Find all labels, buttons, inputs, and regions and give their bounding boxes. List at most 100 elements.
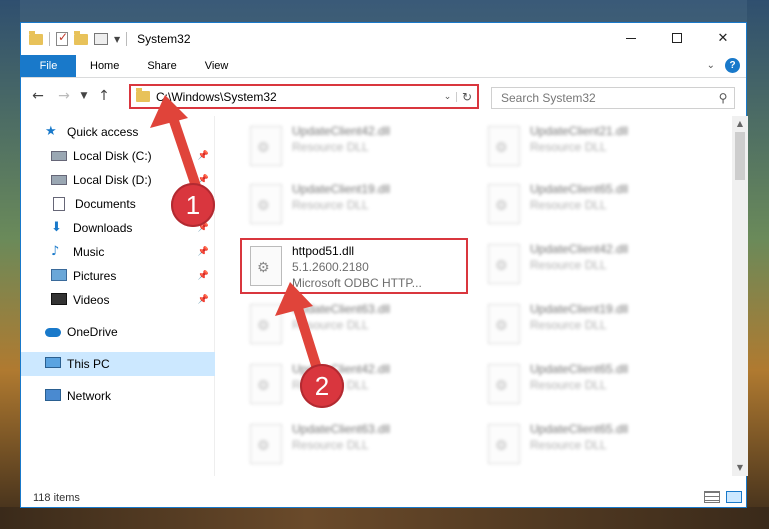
sidebar-item-label: Quick access: [67, 125, 139, 139]
sidebar-item-label: Downloads: [73, 221, 133, 235]
list-item[interactable]: ⚙ UpdateClient65.dll Resource DLL: [480, 178, 708, 234]
sidebar-item-music[interactable]: ♪ Music 📌: [21, 240, 215, 264]
file-name: UpdateClient65.dll: [530, 182, 629, 196]
file-name: UpdateClient65.dll: [530, 362, 629, 376]
sidebar-item-local-disk-c[interactable]: Local Disk (C:) 📌: [21, 144, 215, 168]
videos-icon: [51, 293, 67, 305]
file-name: UpdateClient19.dll: [530, 302, 629, 316]
music-icon: ♪: [51, 244, 60, 259]
file-description: Microsoft ODBC HTTP...: [292, 276, 422, 290]
list-item[interactable]: ⚙ UpdateClient65.dll Resource DLL: [480, 418, 708, 474]
details-view-icon[interactable]: [704, 491, 720, 503]
step-badge-1: 1: [171, 183, 215, 227]
sidebar-item-this-pc[interactable]: This PC: [21, 352, 215, 376]
sidebar-item-label: Local Disk (C:): [73, 149, 152, 163]
scroll-down-icon[interactable]: ▼: [732, 460, 748, 476]
desktop-background-right: [747, 0, 769, 529]
list-item[interactable]: ⚙ UpdateClient19.dll Resource DLL: [480, 298, 708, 354]
list-item[interactable]: ⚙ UpdateClient42.dll Resource DLL: [242, 120, 470, 176]
computer-icon: [45, 357, 61, 368]
ribbon-tabs: File Home Share View ⌄ ?: [21, 55, 746, 78]
file-type: Resource DLL: [530, 258, 607, 272]
dll-file-icon: ⚙: [488, 304, 520, 344]
file-name: UpdateClient63.dll: [292, 302, 391, 316]
minimize-button[interactable]: [608, 23, 654, 53]
refresh-icon[interactable]: ↻: [457, 90, 477, 104]
navigation-pane: ★ Quick access Local Disk (C:) 📌 Local D…: [21, 116, 215, 476]
download-icon: ⬇: [51, 220, 62, 235]
item-count: 118 items: [33, 492, 80, 504]
file-type: Resource DLL: [530, 378, 607, 392]
recent-locations-chevron-icon[interactable]: ▼: [77, 91, 91, 101]
drive-icon: [51, 151, 67, 161]
cloud-icon: [45, 328, 61, 337]
sidebar-item-quick-access[interactable]: ★ Quick access: [21, 120, 215, 144]
list-item[interactable]: ⚙ UpdateClient19.dll Resource DLL: [242, 178, 470, 234]
list-item[interactable]: ⚙ UpdateClient65.dll Resource DLL: [480, 358, 708, 414]
dll-file-icon: ⚙: [488, 364, 520, 404]
list-item[interactable]: ⚙ UpdateClient42.dllResource DLL: [480, 238, 708, 294]
forward-arrow-icon[interactable]: →: [51, 88, 77, 104]
dll-file-icon: ⚙: [488, 126, 520, 166]
address-path[interactable]: C:\Windows\System32: [156, 90, 439, 104]
pin-icon: 📌: [197, 271, 209, 281]
file-type: Resource DLL: [292, 318, 369, 332]
sidebar-item-label: Music: [73, 245, 105, 259]
main-area: ★ Quick access Local Disk (C:) 📌 Local D…: [21, 116, 748, 476]
sidebar-item-label: Videos: [73, 293, 110, 307]
list-item[interactable]: ⚙ UpdateClient63.dll Resource DLL: [242, 418, 470, 474]
document-icon: [53, 197, 65, 211]
scrollbar-thumb[interactable]: [735, 132, 745, 180]
status-bar: 118 items: [21, 487, 748, 509]
expand-ribbon-icon[interactable]: ⌄: [707, 60, 715, 71]
sidebar-item-label: This PC: [67, 357, 110, 371]
list-item[interactable]: ⚙ UpdateClient42.dllResource DLL: [242, 358, 470, 414]
close-button[interactable]: ✕: [700, 23, 746, 53]
large-icons-view-icon[interactable]: [726, 491, 742, 503]
list-item[interactable]: ⚙ UpdateClient21.dll Resource DLL: [480, 120, 708, 176]
sidebar-item-network[interactable]: Network: [21, 384, 215, 408]
new-folder-icon[interactable]: [74, 30, 88, 45]
help-icon[interactable]: ?: [725, 58, 740, 73]
pin-icon: 📌: [197, 151, 209, 161]
search-input[interactable]: Search System32: [501, 91, 712, 105]
title-bar: ▼ System32 ✕: [21, 23, 746, 55]
up-arrow-icon[interactable]: ↑: [91, 88, 117, 104]
qat-dropdown-icon[interactable]: ▼: [114, 35, 120, 44]
file-type: Resource DLL: [292, 198, 369, 212]
tab-file[interactable]: File: [21, 55, 76, 77]
dll-file-icon: ⚙: [488, 184, 520, 224]
navigation-bar: ← → ▼ ↑ C:\Windows\System32 ⌄ ↻ Search S…: [21, 78, 746, 114]
explorer-window: ▼ System32 ✕ File Home Share View ⌄ ? ← …: [20, 22, 748, 509]
properties-check-icon[interactable]: [56, 30, 68, 46]
vertical-scrollbar[interactable]: ▲ ▼: [732, 116, 748, 476]
star-icon: ★: [45, 124, 57, 139]
back-arrow-icon[interactable]: ←: [25, 88, 51, 104]
dll-file-icon: ⚙: [250, 126, 282, 166]
tab-home[interactable]: Home: [76, 55, 133, 77]
sidebar-item-videos[interactable]: Videos 📌: [21, 288, 215, 312]
file-name: UpdateClient42.dll: [292, 124, 391, 138]
customize-toolbar-icon[interactable]: [94, 33, 108, 45]
minimize-icon: [626, 37, 636, 39]
search-box[interactable]: Search System32 ⚲: [491, 87, 735, 109]
highlighted-file-httpod51[interactable]: ⚙ httpod51.dll 5.1.2600.2180 Microsoft O…: [240, 238, 468, 294]
tab-view[interactable]: View: [191, 55, 243, 77]
sidebar-item-label: Pictures: [73, 269, 117, 283]
folder-icon: [29, 30, 43, 45]
file-type: Resource DLL: [530, 438, 607, 452]
address-bar[interactable]: C:\Windows\System32 ⌄ ↻: [129, 84, 479, 109]
scroll-up-icon[interactable]: ▲: [732, 116, 748, 132]
quick-access-toolbar: ▼: [21, 30, 120, 46]
folder-icon: [136, 88, 150, 102]
list-item[interactable]: ⚙ UpdateClient63.dll Resource DLL: [242, 298, 470, 354]
sidebar-item-pictures[interactable]: Pictures 📌: [21, 264, 215, 288]
address-dropdown-icon[interactable]: ⌄: [439, 91, 457, 102]
maximize-button[interactable]: [654, 23, 700, 53]
tab-share[interactable]: Share: [133, 55, 190, 77]
sidebar-item-label: Documents: [75, 197, 136, 211]
sidebar-item-onedrive[interactable]: OneDrive: [21, 320, 215, 344]
search-icon[interactable]: ⚲: [712, 91, 734, 105]
file-type: Resource DLL: [292, 140, 369, 154]
pin-icon: 📌: [197, 295, 209, 305]
